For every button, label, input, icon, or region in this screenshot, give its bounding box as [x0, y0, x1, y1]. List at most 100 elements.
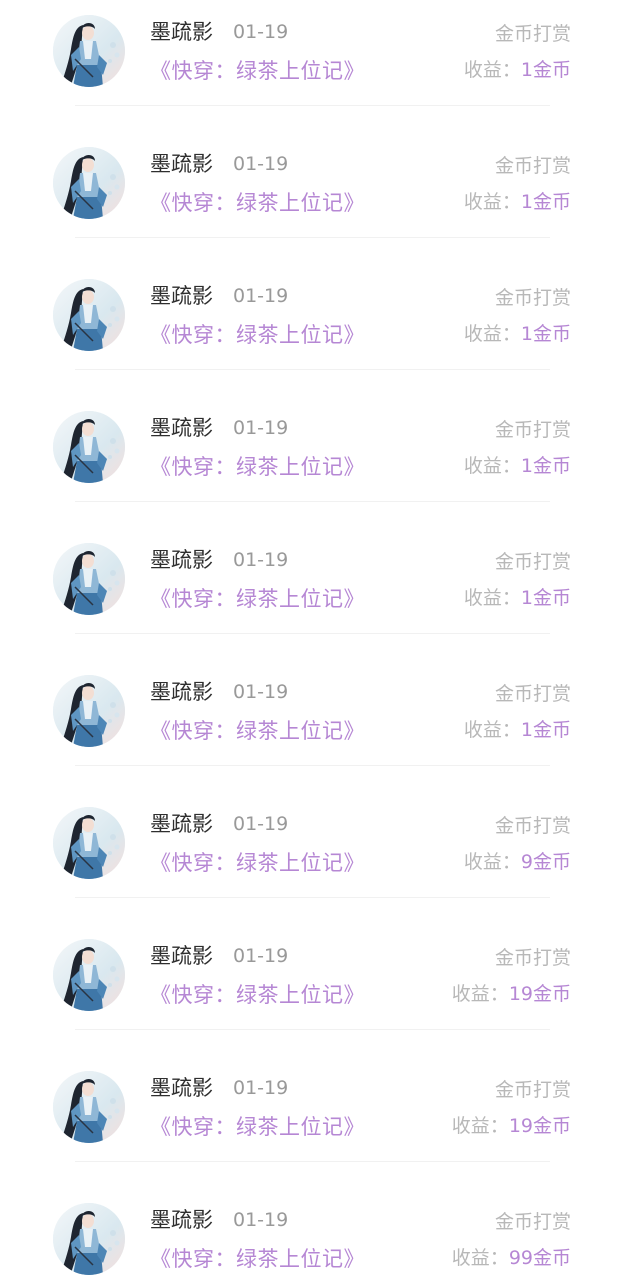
avatar[interactable] — [53, 543, 125, 615]
income-amount: 19金币 — [508, 1115, 571, 1137]
reward-type: 金币打赏 — [494, 419, 571, 441]
income-text: 收益：9金币 — [464, 848, 571, 876]
reward-records-list: 墨疏影 01-19 《快穿：绿茶上位记》 金币打赏 收益：1金币 墨疏影 01-… — [0, 0, 625, 1280]
reward-record-item[interactable]: 墨疏影 01-19 《快穿：绿茶上位记》 金币打赏 收益：1金币 — [0, 528, 625, 660]
income-text: 收益：1金币 — [464, 188, 571, 216]
book-title-link[interactable]: 《快穿：绿茶上位记》 — [150, 1244, 365, 1274]
avatar-illustration-icon — [53, 675, 125, 747]
income-label: 收益： — [463, 719, 521, 741]
reward-record-item[interactable]: 墨疏影 01-19 《快穿：绿茶上位记》 金币打赏 收益：1金币 — [0, 396, 625, 528]
income-label: 收益： — [451, 1247, 509, 1269]
avatar[interactable] — [53, 1203, 125, 1275]
reward-type: 金币打赏 — [494, 947, 571, 969]
income-label: 收益： — [463, 851, 521, 873]
income-text: 收益：19金币 — [452, 980, 571, 1008]
row-divider — [75, 237, 550, 238]
avatar[interactable] — [53, 147, 125, 219]
income-amount: 99金币 — [508, 1247, 571, 1269]
avatar-illustration-icon — [53, 411, 125, 483]
income-text: 收益：19金币 — [452, 1112, 571, 1140]
user-name: 墨疏影 — [150, 1076, 213, 1100]
record-date: 01-19 — [233, 1077, 289, 1099]
record-date: 01-19 — [233, 681, 289, 703]
book-title-link[interactable]: 《快穿：绿茶上位记》 — [150, 848, 365, 878]
avatar-illustration-icon — [53, 1071, 125, 1143]
income-amount: 19金币 — [508, 983, 571, 1005]
book-title-link[interactable]: 《快穿：绿茶上位记》 — [150, 1112, 365, 1142]
row-divider — [75, 897, 550, 898]
avatar-illustration-icon — [53, 939, 125, 1011]
record-date: 01-19 — [233, 813, 289, 835]
avatar[interactable] — [53, 1071, 125, 1143]
reward-record-item[interactable]: 墨疏影 01-19 《快穿：绿茶上位记》 金币打赏 收益：19金币 — [0, 1056, 625, 1188]
record-date: 01-19 — [233, 945, 289, 967]
book-title-link[interactable]: 《快穿：绿茶上位记》 — [150, 56, 365, 86]
income-label: 收益： — [463, 323, 521, 345]
reward-type: 金币打赏 — [494, 683, 571, 705]
avatar[interactable] — [53, 807, 125, 879]
reward-record-item[interactable]: 墨疏影 01-19 《快穿：绿茶上位记》 金币打赏 收益：99金币 — [0, 1188, 625, 1280]
reward-type: 金币打赏 — [494, 155, 571, 177]
reward-record-item[interactable]: 墨疏影 01-19 《快穿：绿茶上位记》 金币打赏 收益：1金币 — [0, 132, 625, 264]
user-name: 墨疏影 — [150, 944, 213, 968]
avatar[interactable] — [53, 279, 125, 351]
reward-type: 金币打赏 — [494, 23, 571, 45]
income-text: 收益：1金币 — [464, 320, 571, 348]
book-title-link[interactable]: 《快穿：绿茶上位记》 — [150, 980, 365, 1010]
avatar-illustration-icon — [53, 279, 125, 351]
book-title-link[interactable]: 《快穿：绿茶上位记》 — [150, 452, 365, 482]
avatar-illustration-icon — [53, 147, 125, 219]
record-date: 01-19 — [233, 549, 289, 571]
reward-record-item[interactable]: 墨疏影 01-19 《快穿：绿茶上位记》 金币打赏 收益：19金币 — [0, 924, 625, 1056]
income-text: 收益：1金币 — [464, 452, 571, 480]
user-name: 墨疏影 — [150, 284, 213, 308]
reward-record-item[interactable]: 墨疏影 01-19 《快穿：绿茶上位记》 金币打赏 收益：1金币 — [0, 264, 625, 396]
book-title-link[interactable]: 《快穿：绿茶上位记》 — [150, 188, 365, 218]
record-date: 01-19 — [233, 21, 289, 43]
income-label: 收益： — [463, 587, 521, 609]
reward-record-item[interactable]: 墨疏影 01-19 《快穿：绿茶上位记》 金币打赏 收益：9金币 — [0, 792, 625, 924]
reward-type: 金币打赏 — [494, 551, 571, 573]
income-text: 收益：1金币 — [464, 716, 571, 744]
row-divider — [75, 105, 550, 106]
row-divider — [75, 633, 550, 634]
income-amount: 1金币 — [520, 191, 571, 213]
row-divider — [75, 1161, 550, 1162]
income-text: 收益：99金币 — [452, 1244, 571, 1272]
user-name: 墨疏影 — [150, 812, 213, 836]
income-label: 收益： — [463, 59, 521, 81]
record-date: 01-19 — [233, 1209, 289, 1231]
income-amount: 1金币 — [520, 323, 571, 345]
record-date: 01-19 — [233, 285, 289, 307]
avatar[interactable] — [53, 411, 125, 483]
user-name: 墨疏影 — [150, 1208, 213, 1232]
book-title-link[interactable]: 《快穿：绿茶上位记》 — [150, 320, 365, 350]
row-divider — [75, 765, 550, 766]
user-name: 墨疏影 — [150, 680, 213, 704]
income-text: 收益：1金币 — [464, 56, 571, 84]
income-label: 收益： — [463, 191, 521, 213]
reward-record-item[interactable]: 墨疏影 01-19 《快穿：绿茶上位记》 金币打赏 收益：1金币 — [0, 660, 625, 792]
row-divider — [75, 1029, 550, 1030]
reward-type: 金币打赏 — [494, 1211, 571, 1233]
book-title-link[interactable]: 《快穿：绿茶上位记》 — [150, 584, 365, 614]
reward-type: 金币打赏 — [494, 815, 571, 837]
avatar[interactable] — [53, 939, 125, 1011]
record-date: 01-19 — [233, 153, 289, 175]
record-date: 01-19 — [233, 417, 289, 439]
income-label: 收益： — [451, 1115, 509, 1137]
avatar-illustration-icon — [53, 15, 125, 87]
avatar[interactable] — [53, 675, 125, 747]
reward-record-item[interactable]: 墨疏影 01-19 《快穿：绿茶上位记》 金币打赏 收益：1金币 — [0, 0, 625, 132]
book-title-link[interactable]: 《快穿：绿茶上位记》 — [150, 716, 365, 746]
income-amount: 1金币 — [520, 59, 571, 81]
avatar[interactable] — [53, 15, 125, 87]
income-amount: 9金币 — [520, 851, 571, 873]
user-name: 墨疏影 — [150, 548, 213, 572]
avatar-illustration-icon — [53, 1203, 125, 1275]
row-divider — [75, 501, 550, 502]
avatar-illustration-icon — [53, 543, 125, 615]
income-amount: 1金币 — [520, 719, 571, 741]
income-amount: 1金币 — [520, 455, 571, 477]
reward-type: 金币打赏 — [494, 287, 571, 309]
